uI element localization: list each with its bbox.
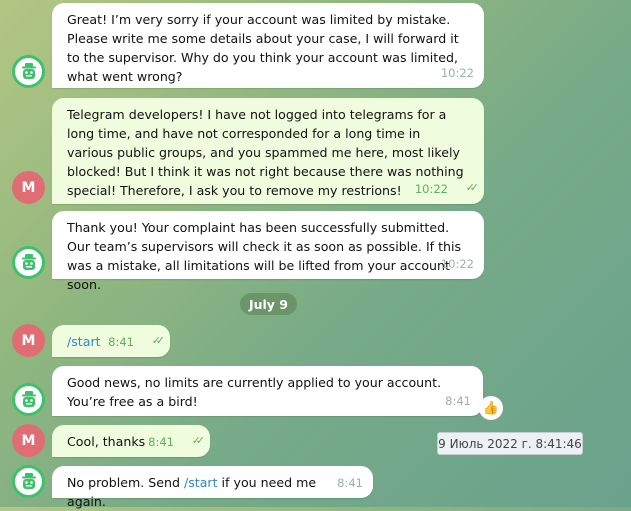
message-time: 10:22	[414, 182, 448, 196]
date-separator: July 9	[240, 293, 297, 315]
double-check-icon: ✓✓	[465, 181, 480, 194]
double-check-icon: ✓✓	[191, 434, 206, 447]
message-text: Great! I’m very sorry if your account wa…	[67, 12, 459, 84]
message-time: 10:22	[440, 66, 474, 80]
bot-icon	[19, 390, 39, 410]
message-text: Thank you! Your complaint has been succe…	[67, 220, 462, 292]
message-text: Cool, thanks	[67, 434, 146, 449]
reaction-thumbs-up[interactable]: 👍	[479, 396, 503, 420]
message-bot: Thank you! Your complaint has been succe…	[52, 211, 484, 292]
bot-avatar[interactable]	[12, 465, 45, 498]
command-link[interactable]: /start	[184, 475, 218, 490]
message-user: Cool, thanks 8:41 ✓✓	[52, 425, 210, 457]
bot-icon	[19, 62, 39, 82]
bot-avatar[interactable]	[12, 383, 45, 416]
message-bot: Great! I’m very sorry if your account wa…	[52, 3, 484, 88]
message-time: 8:41	[445, 394, 471, 408]
avatar-letter: M	[21, 432, 36, 449]
avatar-letter: M	[21, 332, 36, 349]
message-user: Telegram developers! I have not logged i…	[52, 98, 484, 204]
timestamp-tooltip: 9 Июль 2022 г. 8:41:46	[437, 432, 583, 455]
bot-icon	[19, 253, 39, 273]
message-text: Telegram developers! I have not logged i…	[67, 107, 464, 198]
user-avatar[interactable]: M	[12, 424, 45, 457]
message-bot: No problem. Send /start if you need me a…	[52, 466, 373, 509]
user-avatar[interactable]: M	[12, 324, 45, 357]
message-time: 10:22	[440, 257, 474, 271]
command-link[interactable]: /start	[67, 334, 101, 349]
bot-icon	[19, 472, 39, 492]
bot-avatar[interactable]	[12, 246, 45, 279]
message-text: No problem. Send	[67, 475, 184, 490]
message-time: 8:41	[148, 435, 174, 449]
message-text: Good news, no limits are currently appli…	[67, 375, 442, 409]
double-check-icon: ✓✓	[151, 334, 166, 347]
message-time: 8:41	[108, 335, 134, 349]
message-time: 8:41	[337, 476, 363, 490]
avatar-letter: M	[21, 179, 36, 196]
message-user: /start 8:41 ✓✓	[52, 325, 170, 357]
user-avatar[interactable]: M	[12, 171, 45, 204]
message-bot: Good news, no limits are currently appli…	[52, 366, 483, 416]
bot-avatar[interactable]	[12, 55, 45, 88]
